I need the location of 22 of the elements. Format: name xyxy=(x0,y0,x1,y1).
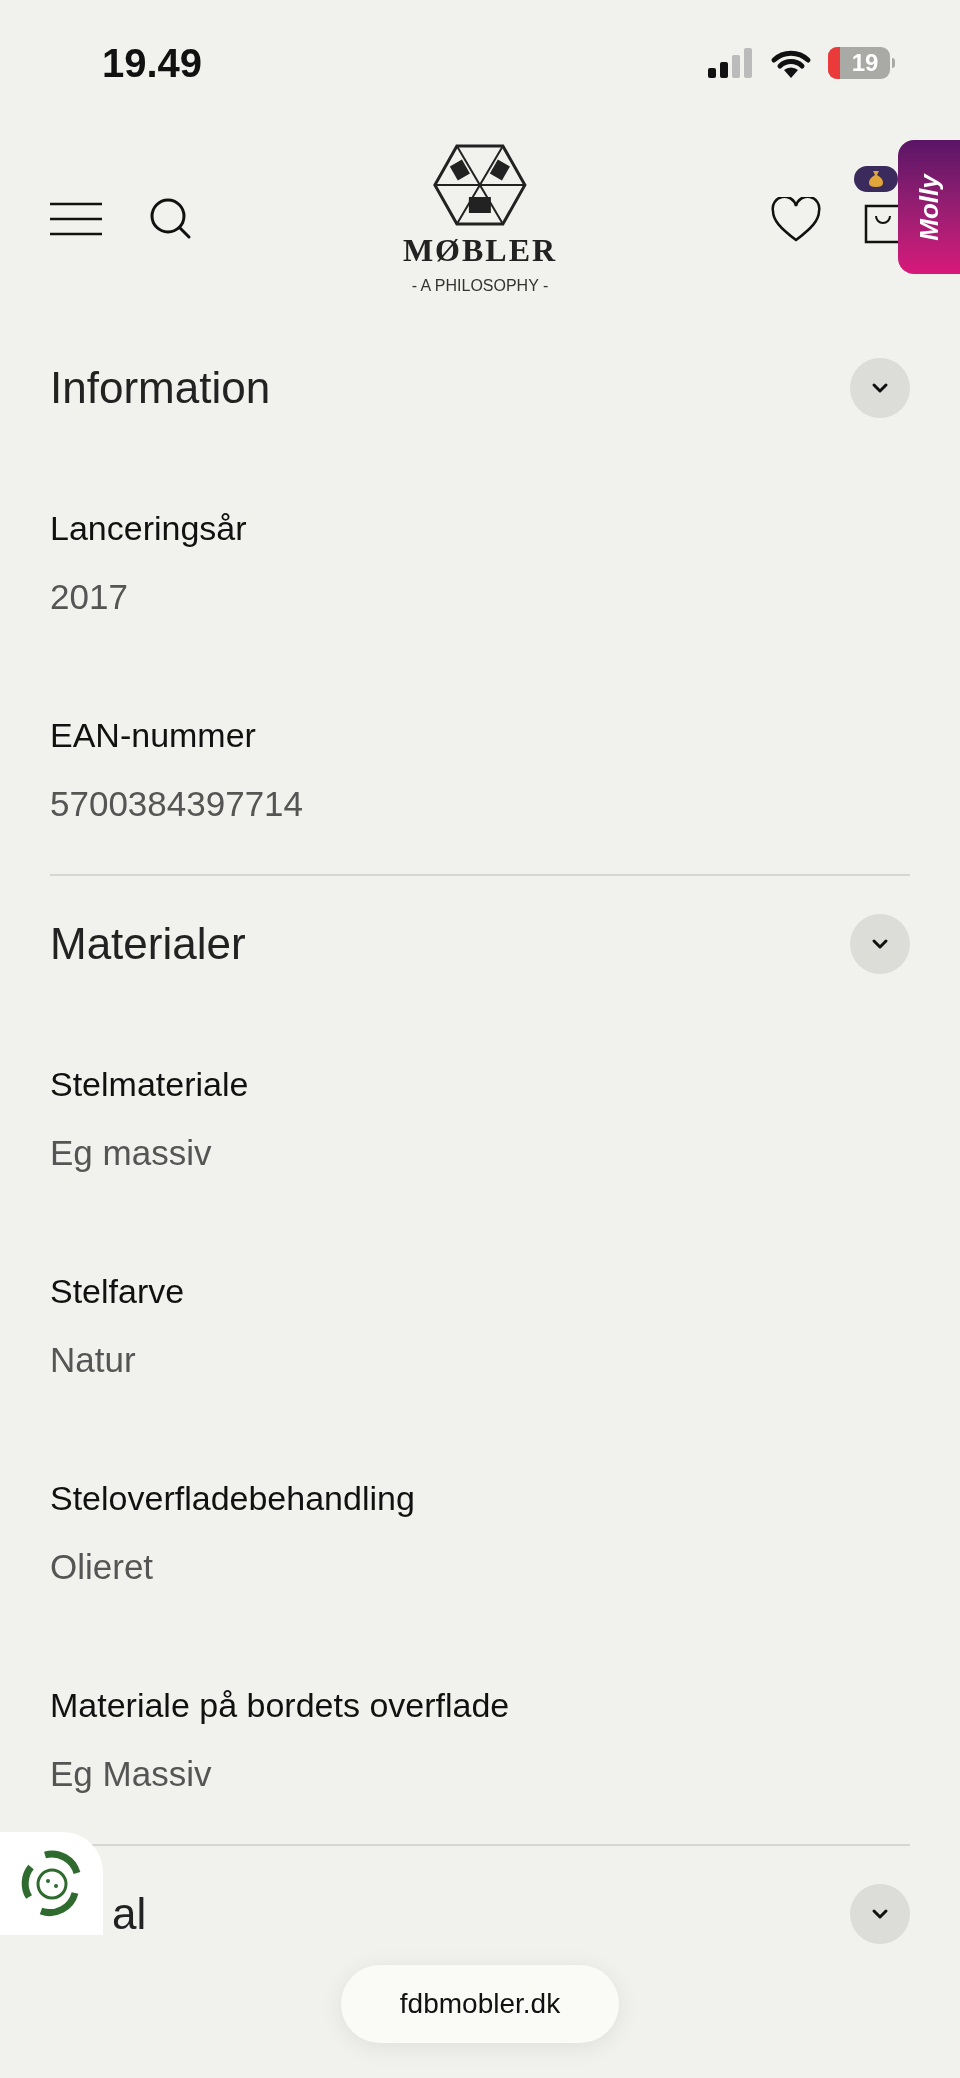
field-value: 2017 xyxy=(50,576,129,618)
field-label: Lanceringsår xyxy=(50,508,248,549)
logo-wordmark: MØBLER xyxy=(402,234,558,266)
field-value: Eg massiv xyxy=(50,1132,213,1174)
address-bar[interactable]: fdbmobler.dk xyxy=(341,1965,619,2043)
section-title: Materialer xyxy=(50,918,246,970)
battery-level: 19 xyxy=(850,48,880,78)
field-label: Stelfarve xyxy=(50,1271,186,1312)
field-label: Steloverfladebehandling xyxy=(50,1478,416,1519)
field-value: Olieret xyxy=(50,1546,155,1588)
field-value: Natur xyxy=(50,1339,137,1381)
field-label: EAN-nummer xyxy=(50,715,257,756)
field-value: Eg Massiv xyxy=(50,1753,213,1795)
section-title: Information xyxy=(50,362,271,414)
url-text: fdbmobler.dk xyxy=(399,1987,561,2021)
field-label: Stelmateriale xyxy=(50,1064,250,1105)
section-title: al xyxy=(112,1888,147,1940)
logo-tagline: - A PHILOSOPHY - xyxy=(411,276,549,296)
assistant-tab[interactable]: Molly xyxy=(898,140,960,274)
field-value: 5700384397714 xyxy=(50,783,305,825)
status-time: 19.49 xyxy=(102,40,203,87)
field-label: Materiale på bordets overflade xyxy=(50,1685,511,1726)
